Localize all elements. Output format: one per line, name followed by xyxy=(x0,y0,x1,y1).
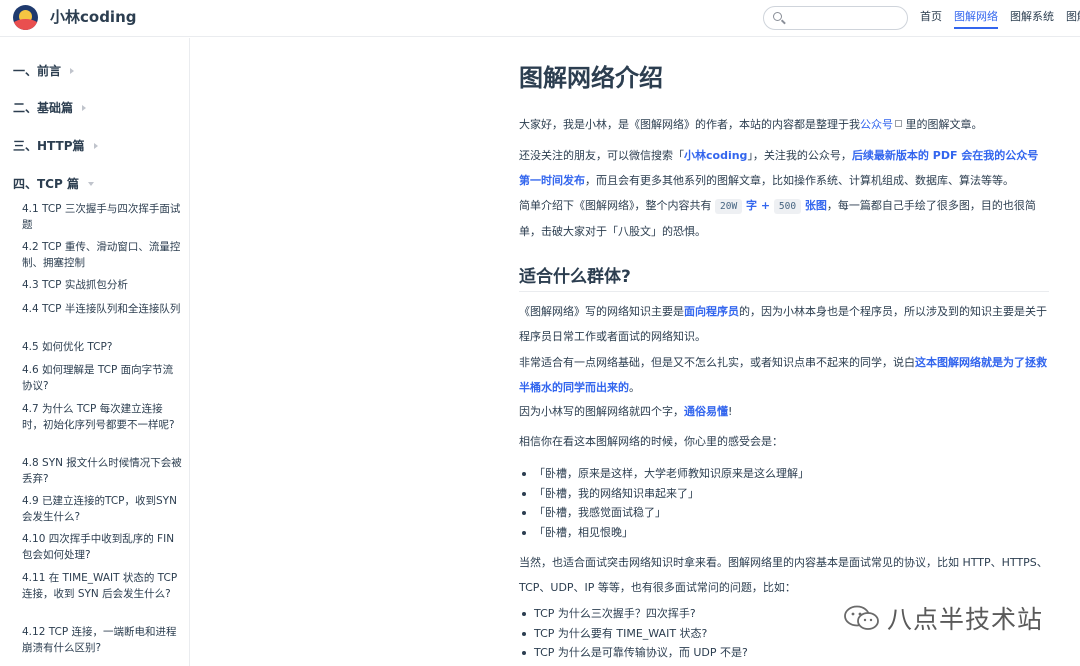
text: 非常适合有一点网络基础，但是又不怎么扎实，或者知识点串不起来的同学，说白 xyxy=(519,356,915,369)
sidebar-section-http[interactable]: 三、HTTP篇 xyxy=(13,137,98,154)
easy-paragraph: 因为小林写的图解网络就四个字，通俗易懂! xyxy=(519,399,1049,424)
chevron-right-icon xyxy=(70,68,75,74)
text: 简单介绍下《图解网络》，整个内容共有 xyxy=(519,199,715,212)
sidebar-item-4-5[interactable]: 4.5 如何优化 TCP? xyxy=(22,340,182,356)
text: ! xyxy=(728,405,733,418)
top-navbar: 小林coding 首页 图解网络 图解系统 图解 xyxy=(0,0,1080,37)
sidebar-section-basics[interactable]: 二、基础篇 xyxy=(13,99,87,116)
list-item: 「卧槽，我感觉面试稳了」 xyxy=(519,503,1049,523)
sidebar-item-4-12[interactable]: 4.12 TCP 连接，一端断电和进程崩溃有什么区别? xyxy=(22,625,182,656)
account-name: 小林coding xyxy=(684,149,748,162)
sidebar-item-4-2[interactable]: 4.2 TCP 重传、滑动窗口、流量控制、拥塞控制 xyxy=(22,240,182,271)
interview-paragraph: 当然，也适合面试突击网络知识时拿来看。图解网络里的内容基本是面试常见的协议，比如… xyxy=(519,556,1048,594)
list-item: 「卧槽，原来是这样，大学老师教知识原来是这么理解」 xyxy=(519,464,1049,484)
highlight-text: 字 + xyxy=(742,199,774,212)
sidebar: 一、前言 二、基础篇 三、HTTP篇 四、TCP 篇 4.1 TCP 三次握手与… xyxy=(0,38,190,666)
text: 」，关注我的公众号， xyxy=(747,149,852,162)
chevron-down-icon xyxy=(87,182,94,186)
sidebar-item-4-10[interactable]: 4.10 四次挥手中收到乱序的 FIN 包会如何处理? xyxy=(22,532,182,563)
intro-paragraph: 大家好，我是小林，是《图解网络》的作者，本站的内容都是整理于我公众号 里的图解文… xyxy=(519,112,1049,137)
list-item: 「卧槽，相见恨晚」 xyxy=(519,523,1049,543)
list-item: TCP 为什么是可靠传输协议，而 UDP 不是? xyxy=(519,643,1049,663)
sidebar-section-label: 一、前言 xyxy=(13,64,62,78)
text: 。 xyxy=(629,381,640,394)
search-icon xyxy=(773,12,782,21)
site-logo-icon[interactable] xyxy=(13,5,38,30)
inline-code: 500 xyxy=(773,199,802,214)
search-input[interactable] xyxy=(788,9,902,27)
sidebar-section-label: 三、HTTP篇 xyxy=(13,139,85,153)
text: 大家好，我是小林，是《图解网络》的作者，本站的内容都是整理于我 xyxy=(519,118,860,131)
wechat-account-link[interactable]: 公众号 xyxy=(860,118,893,131)
feelings-list: 「卧槽，原来是这样，大学老师教知识原来是这么理解」 「卧槽，我的网络知识串起来了… xyxy=(519,464,1049,542)
nav-link-more[interactable]: 图解 xyxy=(1066,0,1080,30)
text: 里的图解文章。 xyxy=(905,118,983,131)
sidebar-item-4-8[interactable]: 4.8 SYN 报文什么时候情况下会被丢弃? xyxy=(22,456,182,487)
nav-link-network[interactable]: 图解网络 xyxy=(954,0,998,29)
text: 《图解网络》写的网络知识主要是 xyxy=(519,305,684,318)
site-name[interactable]: 小林coding xyxy=(50,6,137,28)
external-link-icon xyxy=(895,120,902,127)
sidebar-section-tcp[interactable]: 四、TCP 篇 xyxy=(13,175,94,192)
sidebar-item-4-4[interactable]: 4.4 TCP 半连接队列和全连接队列 xyxy=(22,302,182,318)
audience-paragraph: 《图解网络》写的网络知识主要是面向程序员的，因为小林本身也是个程序员，所以涉及到… xyxy=(519,299,1049,349)
list-item: 「卧槽，我的网络知识串起来了」 xyxy=(519,484,1049,504)
section-heading: 适合什么群体? xyxy=(519,262,1049,292)
nav-link-home[interactable]: 首页 xyxy=(920,0,942,30)
nav-links: 首页 图解网络 图解系统 图解 xyxy=(920,0,1080,37)
search-box[interactable] xyxy=(763,6,908,30)
inline-code: 20W xyxy=(715,199,743,214)
watermark-text: 八点半技术站 xyxy=(887,605,1044,634)
highlight-text: 通俗易懂 xyxy=(684,405,728,418)
text: 还没关注的朋友，可以微信搜索「 xyxy=(519,149,684,162)
feeling-intro: 相信你在看这本图解网络的时候，你心里的感受会是： xyxy=(519,435,783,448)
wechat-icon xyxy=(844,605,879,630)
sidebar-item-4-11[interactable]: 4.11 在 TIME_WAIT 状态的 TCP 连接，收到 SYN 后会发生什… xyxy=(22,571,182,602)
summary-paragraph: 简单介绍下《图解网络》，整个内容共有 20W 字 + 500 张图，每一篇都自己… xyxy=(519,193,1049,244)
chevron-right-icon xyxy=(82,105,87,111)
highlight-text: 张图 xyxy=(801,199,827,212)
sidebar-item-4-9[interactable]: 4.9 已建立连接的TCP，收到SYN会发生什么? xyxy=(22,494,182,525)
sidebar-section-preface[interactable]: 一、前言 xyxy=(13,62,75,79)
chevron-right-icon xyxy=(93,143,98,149)
text: ，而且会有更多其他系列的图解文章，比如操作系统、计算机组成、数据库、算法等等。 xyxy=(585,174,1014,187)
sidebar-item-4-3[interactable]: 4.3 TCP 实战抓包分析 xyxy=(22,278,182,294)
sidebar-item-4-6[interactable]: 4.6 如何理解是 TCP 面向字节流协议? xyxy=(22,363,182,394)
nav-link-system[interactable]: 图解系统 xyxy=(1010,0,1054,30)
sidebar-section-label: 四、TCP 篇 xyxy=(13,177,79,191)
fit-paragraph: 非常适合有一点网络基础，但是又不怎么扎实，或者知识点串不起来的同学，说白这本图解… xyxy=(519,350,1049,400)
text: 因为小林写的图解网络就四个字， xyxy=(519,405,684,418)
sidebar-section-label: 二、基础篇 xyxy=(13,101,74,115)
sidebar-item-4-7[interactable]: 4.7 为什么 TCP 每次建立连接时，初始化序列号都要不一样呢? xyxy=(22,402,182,433)
follow-paragraph: 还没关注的朋友，可以微信搜索「小林coding」，关注我的公众号，后续最新版本的… xyxy=(519,143,1049,193)
page-title: 图解网络介绍 xyxy=(519,64,663,92)
sidebar-item-4-1[interactable]: 4.1 TCP 三次握手与四次挥手面试题 xyxy=(22,202,182,233)
highlight-text: 面向程序员 xyxy=(684,305,739,318)
